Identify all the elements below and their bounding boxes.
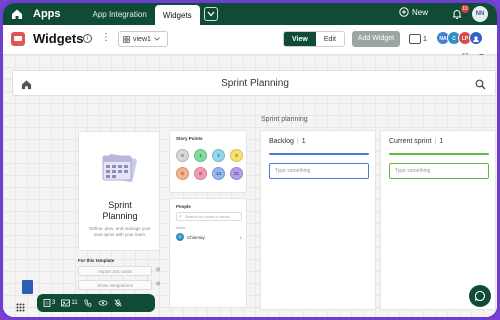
chat-icon bbox=[474, 290, 485, 302]
story-points-card: Story Points 0 1 2 3 5 8 13 21 bbox=[169, 130, 247, 193]
story-point-chip[interactable]: 8 bbox=[194, 167, 207, 180]
column-accent-line bbox=[389, 153, 489, 155]
notes-count: 3 bbox=[52, 300, 56, 306]
sprint-title-bar: Sprint Planning bbox=[12, 70, 496, 96]
add-card-input[interactable]: Type something bbox=[269, 163, 369, 179]
new-button[interactable]: New bbox=[399, 7, 428, 17]
search-icon[interactable] bbox=[475, 77, 486, 95]
tabs-dropdown-button[interactable] bbox=[203, 7, 218, 21]
template-title: For this template bbox=[78, 258, 115, 263]
view-select[interactable]: view1 bbox=[118, 31, 168, 47]
intro-title: Sprint Planning bbox=[79, 200, 161, 222]
page-header: Widgets i ⋮ view1 View Edit Add Widget 1… bbox=[3, 25, 497, 61]
link-icon[interactable] bbox=[98, 299, 108, 307]
counter-value: 1 bbox=[423, 35, 427, 43]
cards-count: 11 bbox=[71, 300, 78, 306]
new-button-label: New bbox=[412, 7, 429, 17]
people-section-label: Notes bbox=[176, 226, 186, 230]
view-button[interactable]: View bbox=[284, 32, 316, 46]
person-avatar: C bbox=[176, 233, 184, 241]
view-edit-toggle: View Edit bbox=[283, 31, 345, 47]
notes-button[interactable]: 3 bbox=[43, 299, 55, 307]
home-icon[interactable] bbox=[9, 6, 25, 22]
kanban-column-current-sprint: Current sprint | 1 Type something bbox=[380, 130, 496, 310]
intro-title-line: Sprint bbox=[108, 200, 132, 210]
story-point-chip[interactable]: 1 bbox=[194, 149, 207, 162]
people-title: People bbox=[176, 204, 191, 209]
info-icon[interactable]: i bbox=[83, 34, 92, 43]
note-icon bbox=[43, 299, 51, 307]
add-card-input[interactable]: Type something bbox=[389, 163, 489, 179]
screen-icon bbox=[409, 34, 421, 44]
apps-label[interactable]: Apps bbox=[33, 8, 61, 20]
chevron-down-icon bbox=[154, 37, 160, 41]
app-window: Apps App Integration Widgets New 10 NN W… bbox=[0, 0, 500, 320]
tab-app-integration[interactable]: App Integration bbox=[85, 3, 155, 25]
cards-icon bbox=[61, 299, 71, 307]
story-point-chip[interactable]: 5 bbox=[176, 167, 189, 180]
intro-title-line: Planning bbox=[102, 211, 138, 221]
close-icon[interactable]: ⊠ bbox=[156, 267, 160, 273]
column-header: Current sprint | 1 bbox=[389, 138, 444, 145]
apps-grid-icon[interactable] bbox=[16, 299, 25, 317]
add-widget-button[interactable]: Add Widget bbox=[352, 31, 400, 47]
widget-app-icon bbox=[11, 32, 25, 46]
column-count: 1 bbox=[301, 138, 306, 145]
plus-circle-icon bbox=[399, 7, 409, 17]
chat-button[interactable] bbox=[469, 285, 491, 307]
page-title: Widgets bbox=[33, 31, 84, 46]
kanban-column-backlog: Backlog | 1 Type something bbox=[260, 130, 376, 310]
column-name: Backlog bbox=[269, 138, 294, 145]
bottom-toolbar: 3 11 bbox=[37, 294, 155, 312]
user-avatar[interactable]: NN bbox=[472, 6, 488, 22]
story-point-chip[interactable]: 2 bbox=[212, 149, 225, 162]
chevron-down-icon bbox=[207, 11, 215, 17]
template-actions: For this template Import Jira cards ⊠ Sh… bbox=[78, 258, 160, 294]
intro-description: Define, plan, and manage your next sprin… bbox=[89, 226, 151, 237]
cards-button[interactable]: 11 bbox=[61, 299, 78, 307]
top-nav-bar: Apps App Integration Widgets New 10 NN bbox=[3, 3, 497, 25]
mic-off-icon[interactable] bbox=[114, 299, 122, 307]
intro-card: Sprint Planning Define, plan, and manage… bbox=[78, 131, 160, 251]
column-accent-line bbox=[269, 153, 369, 155]
view-select-value: view1 bbox=[133, 35, 151, 43]
column-name: Current sprint bbox=[389, 138, 432, 145]
add-collaborator-icon[interactable] bbox=[469, 31, 483, 45]
grid-view-icon bbox=[123, 35, 130, 43]
story-point-chip[interactable]: 13 bbox=[212, 167, 225, 180]
column-count: 1 bbox=[439, 138, 444, 145]
story-point-chip[interactable]: 21 bbox=[230, 167, 243, 180]
people-card: People Search by name or email Notes C C… bbox=[169, 198, 247, 308]
story-point-chip[interactable]: 3 bbox=[230, 149, 243, 162]
edit-button[interactable]: Edit bbox=[315, 32, 344, 46]
person-row[interactable]: C Chinmay 1 bbox=[176, 232, 242, 242]
show-integrations-button[interactable]: Show integrations bbox=[78, 280, 152, 290]
notification-badge: 10 bbox=[461, 5, 469, 13]
close-icon[interactable]: ⊠ bbox=[156, 281, 160, 287]
kanban-title: Sprint planning bbox=[261, 116, 308, 123]
sprint-title: Sprint Planning bbox=[221, 78, 289, 89]
counter-chip[interactable]: 1 bbox=[409, 31, 427, 47]
more-vertical-icon[interactable]: ⋮ bbox=[101, 32, 111, 43]
person-name: Chinmay bbox=[187, 234, 205, 240]
phone-icon[interactable] bbox=[83, 299, 92, 307]
story-points-title: Story Points bbox=[176, 136, 203, 141]
people-search-input[interactable]: Search by name or email bbox=[176, 212, 242, 221]
sticky-note[interactable] bbox=[22, 280, 33, 294]
story-point-chip[interactable]: 0 bbox=[176, 149, 189, 162]
tab-widgets[interactable]: Widgets bbox=[154, 5, 200, 25]
calendar-illustration-icon bbox=[102, 153, 137, 183]
import-jira-button[interactable]: Import Jira cards bbox=[78, 266, 152, 276]
person-count: 1 bbox=[239, 234, 242, 240]
column-header: Backlog | 1 bbox=[269, 138, 306, 145]
